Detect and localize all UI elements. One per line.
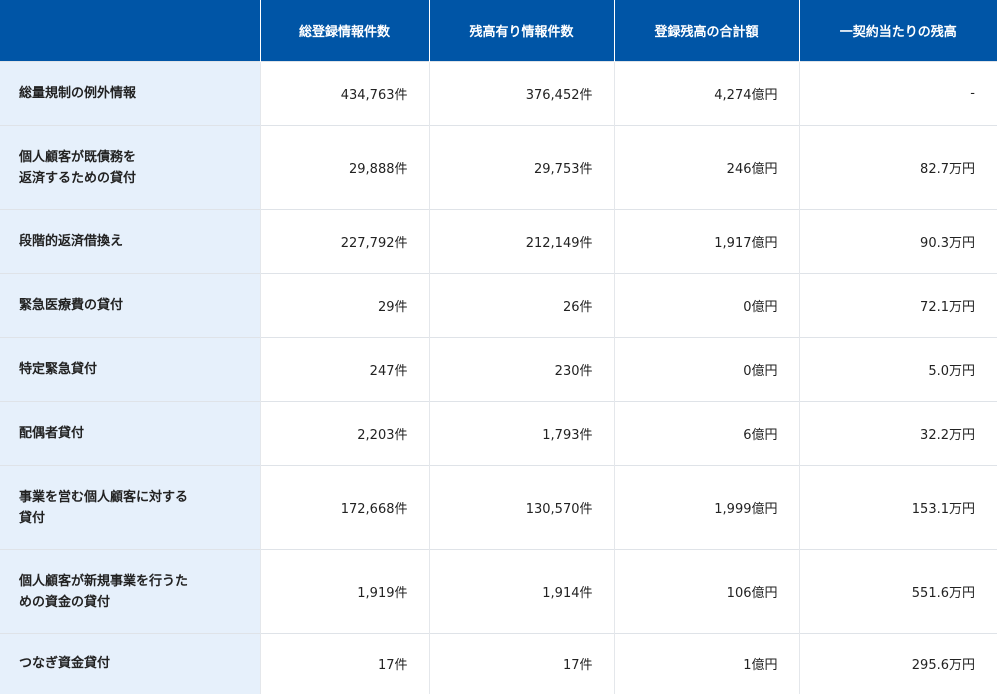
table-row: つなぎ資金貸付 17件 17件 1億円 295.6万円 bbox=[0, 633, 997, 694]
total-registered-count-cell: 17件 bbox=[259, 633, 429, 694]
row-label-line: 個人顧客が既債務を bbox=[19, 149, 137, 165]
row-label: 配偶者貸付 bbox=[0, 401, 260, 466]
table-row: 緊急医療費の貸付 29件 26件 0億円 72.1万円 bbox=[0, 273, 997, 338]
registered-balance-total-cell: 106億円 bbox=[613, 549, 799, 634]
with-balance-count-cell: 230件 bbox=[428, 337, 614, 402]
row-label: 総量規制の例外情報 bbox=[0, 61, 260, 126]
balance-per-contract-cell: 153.1万円 bbox=[798, 465, 997, 550]
registered-balance-total-cell: 246億円 bbox=[613, 125, 799, 210]
with-balance-count-cell: 1,793件 bbox=[428, 401, 614, 466]
row-label: 段階的返済借換え bbox=[0, 209, 260, 274]
row-label-line: つなぎ資金貸付 bbox=[19, 656, 111, 672]
row-label: 個人顧客が新規事業を行うた めの資金の貸付 bbox=[0, 549, 260, 634]
row-label: つなぎ資金貸付 bbox=[0, 633, 260, 694]
row-label-line: 個人顧客が新規事業を行うた bbox=[19, 573, 189, 589]
with-balance-count-cell: 130,570件 bbox=[428, 465, 614, 550]
registered-balance-total-cell: 6億円 bbox=[613, 401, 799, 466]
registered-balance-total-cell: 1億円 bbox=[613, 633, 799, 694]
row-label: 事業を営む個人顧客に対する 貸付 bbox=[0, 465, 260, 550]
balance-per-contract-cell: 551.6万円 bbox=[798, 549, 997, 634]
with-balance-count-cell: 17件 bbox=[428, 633, 614, 694]
balance-per-contract-cell: 32.2万円 bbox=[798, 401, 997, 466]
with-balance-count-cell: 26件 bbox=[428, 273, 614, 338]
row-label-line: 緊急医療費の貸付 bbox=[19, 298, 124, 313]
balance-per-contract-cell: 295.6万円 bbox=[798, 633, 997, 694]
registered-balance-total-cell: 4,274億円 bbox=[613, 61, 799, 126]
row-label-line: 段階的返済借換え bbox=[19, 234, 124, 249]
with-balance-count-cell: 1,914件 bbox=[428, 549, 614, 634]
table-row: 総量規制の例外情報 434,763件 376,452件 4,274億円 - bbox=[0, 61, 997, 126]
balance-per-contract-cell: 72.1万円 bbox=[798, 273, 997, 338]
header-total-registered-count: 総登録情報件数 bbox=[259, 0, 429, 62]
registered-balance-total-cell: 1,999億円 bbox=[613, 465, 799, 550]
row-label-line: 総量規制の例外情報 bbox=[19, 86, 137, 101]
table-header-row: 総登録情報件数 残高有り情報件数 登録残高の合計額 一契約当たりの残高 bbox=[0, 0, 997, 62]
total-registered-count-cell: 172,668件 bbox=[259, 465, 429, 550]
with-balance-count-cell: 376,452件 bbox=[428, 61, 614, 126]
table-row: 配偶者貸付 2,203件 1,793件 6億円 32.2万円 bbox=[0, 401, 997, 466]
registered-balance-total-cell: 0億円 bbox=[613, 273, 799, 338]
registered-balance-total-cell: 1,917億円 bbox=[613, 209, 799, 274]
total-registered-count-cell: 434,763件 bbox=[259, 61, 429, 126]
row-label: 特定緊急貸付 bbox=[0, 337, 260, 402]
row-label-line: めの資金の貸付 bbox=[19, 594, 111, 610]
balance-per-contract-cell: 82.7万円 bbox=[798, 125, 997, 210]
header-balance-per-contract: 一契約当たりの残高 bbox=[798, 0, 997, 62]
row-label-line: 事業を営む個人顧客に対する bbox=[19, 489, 189, 505]
table-row: 個人顧客が新規事業を行うた めの資金の貸付 1,919件 1,914件 106億円… bbox=[0, 549, 997, 634]
total-registered-count-cell: 2,203件 bbox=[259, 401, 429, 466]
total-registered-count-cell: 29件 bbox=[259, 273, 429, 338]
registered-balance-total-cell: 0億円 bbox=[613, 337, 799, 402]
balance-per-contract-cell: - bbox=[798, 61, 997, 126]
with-balance-count-cell: 29,753件 bbox=[428, 125, 614, 210]
row-label: 個人顧客が既債務を 返済するための貸付 bbox=[0, 125, 260, 210]
table-row: 特定緊急貸付 247件 230件 0億円 5.0万円 bbox=[0, 337, 997, 402]
row-label-line: 配偶者貸付 bbox=[19, 426, 85, 441]
loan-statistics-table: 総登録情報件数 残高有り情報件数 登録残高の合計額 一契約当たりの残高 総量規制… bbox=[0, 0, 997, 694]
total-registered-count-cell: 247件 bbox=[259, 337, 429, 402]
row-label-line: 返済するための貸付 bbox=[19, 170, 137, 186]
balance-per-contract-cell: 5.0万円 bbox=[798, 337, 997, 402]
total-registered-count-cell: 227,792件 bbox=[259, 209, 429, 274]
table-row: 事業を営む個人顧客に対する 貸付 172,668件 130,570件 1,999億… bbox=[0, 465, 997, 550]
total-registered-count-cell: 29,888件 bbox=[259, 125, 429, 210]
balance-per-contract-cell: 90.3万円 bbox=[798, 209, 997, 274]
with-balance-count-cell: 212,149件 bbox=[428, 209, 614, 274]
total-registered-count-cell: 1,919件 bbox=[259, 549, 429, 634]
header-registered-balance-total: 登録残高の合計額 bbox=[613, 0, 799, 62]
header-with-balance-count: 残高有り情報件数 bbox=[428, 0, 614, 62]
table-row: 個人顧客が既債務を 返済するための貸付 29,888件 29,753件 246億円… bbox=[0, 125, 997, 210]
row-label-line: 貸付 bbox=[19, 510, 46, 526]
header-corner-cell bbox=[0, 0, 260, 62]
row-label-line: 特定緊急貸付 bbox=[19, 362, 98, 377]
row-label: 緊急医療費の貸付 bbox=[0, 273, 260, 338]
table-row: 段階的返済借換え 227,792件 212,149件 1,917億円 90.3万… bbox=[0, 209, 997, 274]
